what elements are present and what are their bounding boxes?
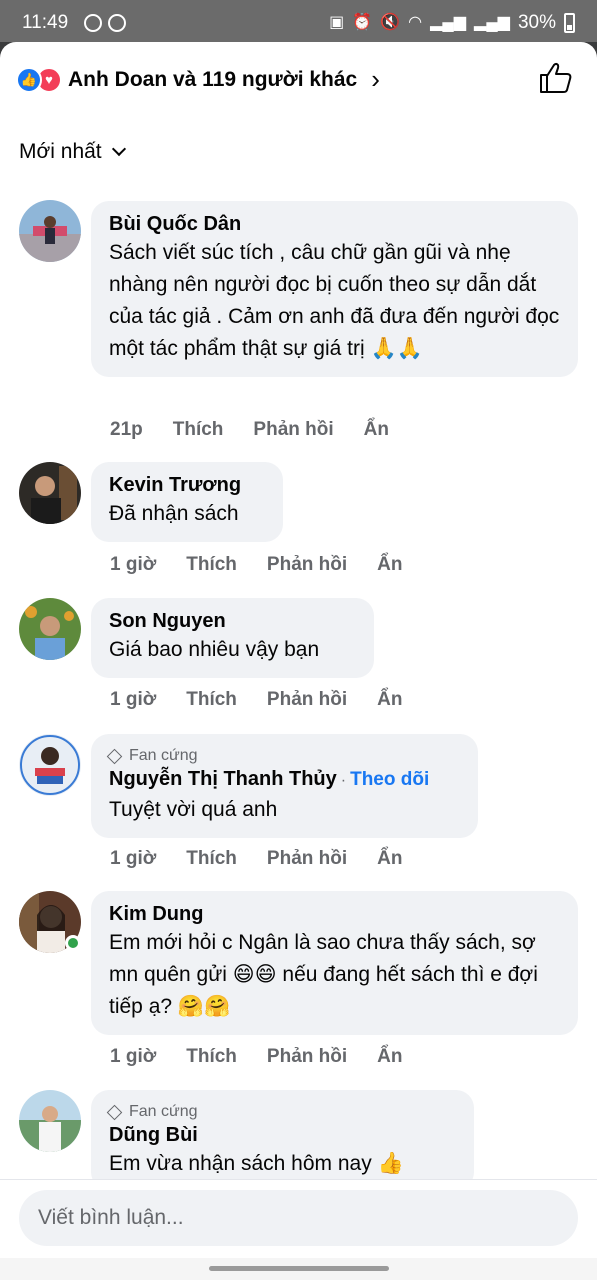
status-bar: 11:49 ▣ ⏰ 🔇 ◠ ▂▄▆ ▂▄▆ 30% bbox=[0, 0, 597, 42]
comment-author[interactable]: Kevin Trương bbox=[109, 472, 265, 498]
comment-time: 1 giờ bbox=[110, 554, 157, 575]
comment-bubble: Fan cứng Dũng Bùi Em vừa nhận sách hôm n… bbox=[91, 1090, 474, 1190]
avatar[interactable] bbox=[19, 1090, 81, 1152]
shazam-icon bbox=[84, 14, 102, 32]
diamond-icon bbox=[106, 1104, 123, 1120]
comment-author[interactable]: Kim Dung bbox=[109, 901, 560, 927]
chevron-right-icon: › bbox=[371, 64, 380, 94]
online-status-indicator bbox=[65, 935, 81, 951]
comment-time: 21p bbox=[110, 419, 143, 440]
mute-icon: 🔇 bbox=[380, 14, 401, 31]
like-button[interactable]: Thích bbox=[186, 1046, 237, 1068]
wifi-icon: ◠ bbox=[408, 14, 423, 31]
badge-label: Fan cứng bbox=[129, 747, 198, 764]
avatar[interactable] bbox=[19, 734, 81, 796]
screenshot-icon: ▣ bbox=[329, 14, 345, 31]
comment-author[interactable]: Dũng Bùi bbox=[109, 1122, 456, 1148]
hide-button[interactable]: Ẩn bbox=[377, 848, 402, 870]
composer-divider bbox=[0, 1179, 597, 1180]
comment-time: 1 giờ bbox=[110, 1046, 157, 1067]
sort-label: Mới nhất bbox=[19, 140, 102, 163]
comment-text: Sách viết súc tích , câu chữ gần gũi và … bbox=[109, 241, 560, 360]
reply-button[interactable]: Phản hồi bbox=[253, 419, 333, 441]
signal-icon-2: ▂▄▆ bbox=[474, 14, 510, 31]
like-button[interactable]: Thích bbox=[186, 848, 237, 870]
comment-actions: 1 giờ Thích Phản hồi Ẩn bbox=[110, 1046, 402, 1068]
top-fan-badge: Fan cứng bbox=[106, 1102, 456, 1122]
thumbs-up-icon bbox=[540, 63, 572, 93]
battery-percent: 30% bbox=[517, 12, 556, 33]
status-right-icons: ▣ ⏰ 🔇 ◠ ▂▄▆ ▂▄▆ 30% bbox=[329, 12, 575, 34]
comment-input[interactable] bbox=[19, 1190, 578, 1246]
reactions-summary[interactable]: 👍 ♥ Anh Doan và 119 người khác › bbox=[16, 64, 380, 95]
like-button[interactable]: Thích bbox=[186, 554, 237, 576]
comment-time: 1 giờ bbox=[110, 848, 157, 869]
battery-icon bbox=[564, 13, 575, 33]
comment-actions: 21p Thích Phản hồi Ẩn bbox=[110, 419, 389, 441]
like-post-button[interactable] bbox=[537, 60, 573, 96]
alarm-icon: ⏰ bbox=[352, 14, 373, 31]
messenger-icon bbox=[108, 14, 126, 32]
hide-button[interactable]: Ẩn bbox=[377, 1046, 402, 1068]
reply-button[interactable]: Phản hồi bbox=[267, 1046, 347, 1068]
comment-bubble: Son Nguyen Giá bao nhiêu vậy bạn bbox=[91, 598, 374, 678]
badge-label: Fan cứng bbox=[129, 1103, 198, 1120]
comment-author[interactable]: Son Nguyen bbox=[109, 608, 356, 634]
comment-actions: 1 giờ Thích Phản hồi Ẩn bbox=[110, 554, 402, 576]
reactions-text: Anh Doan và 119 người khác bbox=[68, 67, 358, 91]
reply-button[interactable]: Phản hồi bbox=[267, 689, 347, 711]
comment-composer[interactable] bbox=[19, 1190, 578, 1246]
like-button[interactable]: Thích bbox=[186, 689, 237, 711]
avatar[interactable] bbox=[19, 462, 81, 524]
reply-button[interactable]: Phản hồi bbox=[267, 554, 347, 576]
hide-button[interactable]: Ẩn bbox=[377, 689, 402, 711]
comment-bubble: Fan cứng Nguyễn Thị Thanh Thủy · Theo dõi … bbox=[91, 734, 478, 838]
comment-bubble: Kevin Trương Đã nhận sách bbox=[91, 462, 283, 542]
like-button[interactable]: Thích bbox=[173, 419, 224, 441]
comment-author-row: Nguyễn Thị Thanh Thủy · Theo dõi bbox=[109, 766, 460, 794]
sort-dropdown[interactable]: Mới nhất bbox=[19, 140, 126, 164]
comment-text: Đã nhận sách bbox=[109, 502, 239, 525]
comment-bubble: Bùi Quốc Dân Sách viết súc tích , câu ch… bbox=[91, 201, 578, 377]
top-fan-badge: Fan cứng bbox=[106, 746, 460, 766]
comment-text: Em mới hỏi c Ngân là sao chưa thấy sách,… bbox=[109, 931, 538, 1018]
status-time: 11:49 bbox=[22, 12, 69, 33]
avatar[interactable] bbox=[19, 598, 81, 660]
comment-author[interactable]: Bùi Quốc Dân bbox=[109, 211, 560, 237]
avatar[interactable] bbox=[19, 200, 81, 262]
signal-icon: ▂▄▆ bbox=[430, 14, 467, 31]
diamond-icon bbox=[106, 748, 123, 764]
comment-actions: 1 giờ Thích Phản hồi Ẩn bbox=[110, 689, 402, 711]
like-reaction-icon: 👍 bbox=[16, 66, 42, 93]
comment-bubble: Kim Dung Em mới hỏi c Ngân là sao chưa t… bbox=[91, 891, 578, 1035]
home-indicator[interactable] bbox=[209, 1266, 389, 1271]
status-left-icons bbox=[84, 14, 126, 32]
comment-actions: 1 giờ Thích Phản hồi Ẩn bbox=[110, 848, 402, 870]
comment-text: Em vừa nhận sách hôm nay 👍 bbox=[109, 1152, 404, 1175]
reply-button[interactable]: Phản hồi bbox=[267, 848, 347, 870]
comments-sheet: 👍 ♥ Anh Doan và 119 người khác › Mới nhấ… bbox=[0, 42, 597, 1280]
system-nav-bar bbox=[0, 1258, 597, 1280]
comment-text: Giá bao nhiêu vậy bạn bbox=[109, 638, 320, 661]
comment-text: Tuyệt vời quá anh bbox=[109, 798, 278, 821]
separator-dot: · bbox=[340, 772, 347, 789]
follow-button[interactable]: Theo dõi bbox=[350, 769, 429, 790]
comment-time: 1 giờ bbox=[110, 689, 157, 710]
chevron-down-icon bbox=[111, 141, 126, 157]
hide-button[interactable]: Ẩn bbox=[377, 554, 402, 576]
comment-author[interactable]: Nguyễn Thị Thanh Thủy bbox=[109, 768, 337, 790]
hide-button[interactable]: Ẩn bbox=[364, 419, 389, 441]
